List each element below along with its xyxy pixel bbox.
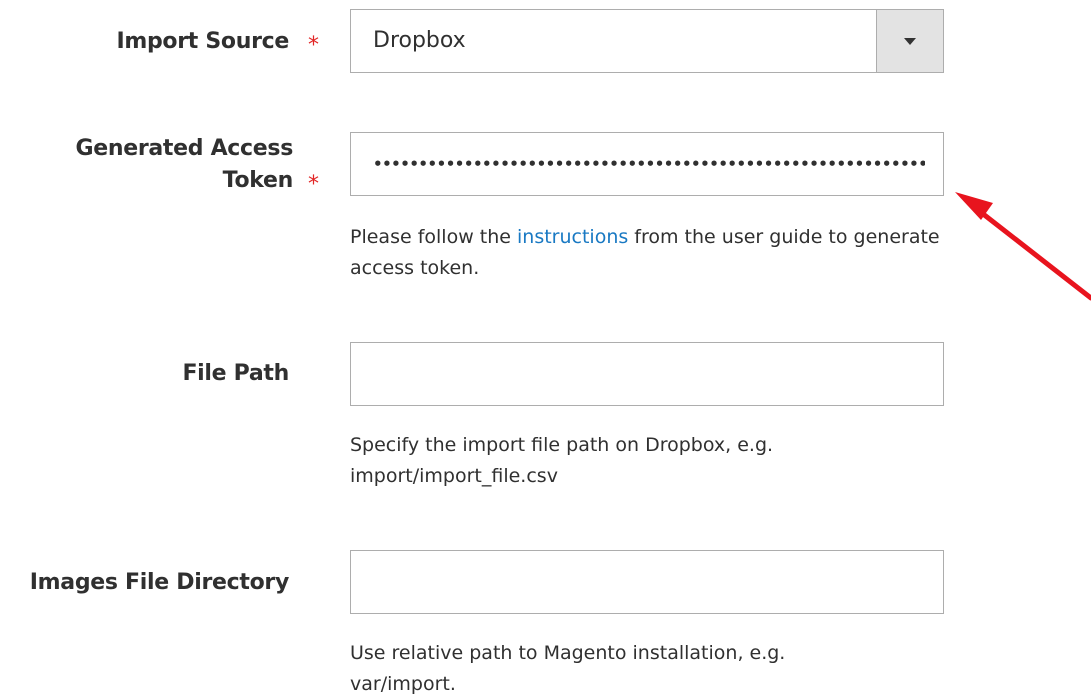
images-dir-note-line1: Use relative path to Magento installatio…	[350, 642, 786, 664]
images-dir-note-line2: var/import.	[350, 673, 456, 695]
access-token-note-before: Please follow the	[350, 226, 517, 248]
access-token-required-marker: *	[308, 172, 319, 197]
file-path-label: File Path	[182, 361, 289, 386]
access-token-note: Please follow the instructions from the …	[350, 222, 950, 284]
file-path-note-line1: Specify the import file path on Dropbox,…	[350, 434, 774, 456]
annotation-arrow-shaft	[975, 207, 1091, 301]
import-source-dropdown-button[interactable]	[876, 10, 943, 72]
access-token-label: Generated Access Token	[75, 133, 293, 197]
instructions-link[interactable]: instructions	[517, 226, 628, 248]
file-path-note-line2: import/import_file.csv	[350, 465, 558, 487]
file-path-note: Specify the import file path on Dropbox,…	[350, 430, 950, 492]
access-token-input[interactable]: ••••••••••••••••••••••••••••••••••••••••…	[350, 132, 944, 196]
annotation-arrow-head	[955, 192, 993, 220]
import-source-value: Dropbox	[373, 28, 466, 53]
images-dir-input[interactable]	[350, 550, 944, 614]
file-path-input[interactable]	[350, 342, 944, 406]
images-dir-label: Images File Directory	[29, 570, 290, 595]
import-source-select[interactable]: Dropbox	[350, 9, 944, 73]
access-token-label-line2: Token	[222, 168, 294, 193]
import-source-label: Import Source	[116, 29, 289, 54]
access-token-value: ••••••••••••••••••••••••••••••••••••••••…	[373, 155, 925, 173]
access-token-label-line1: Generated Access	[75, 136, 293, 161]
images-dir-note: Use relative path to Magento installatio…	[350, 638, 950, 700]
import-source-required-marker: *	[308, 33, 319, 58]
chevron-down-icon	[904, 38, 916, 45]
